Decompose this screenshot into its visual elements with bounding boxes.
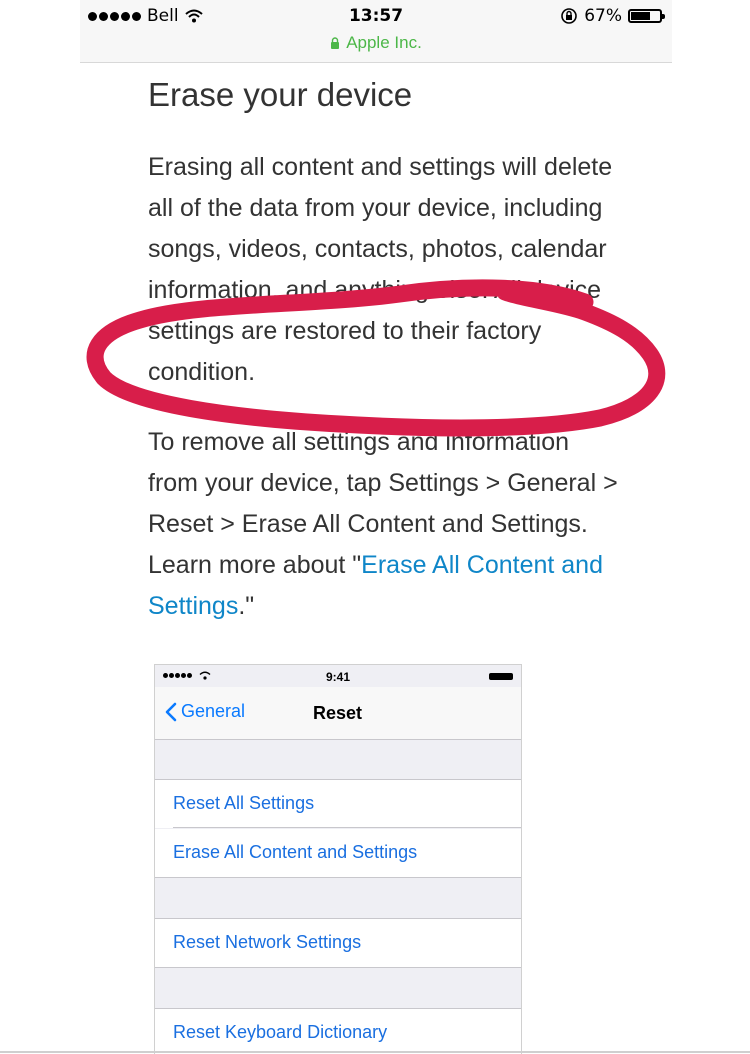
chevron-left-icon [165, 702, 177, 721]
back-label: General [181, 701, 246, 721]
battery-percent: 67% [584, 6, 622, 26]
page-bottom-border [0, 1051, 750, 1053]
page-heading: Erase your device [148, 76, 413, 113]
erase-instructions: To remove all settings and information f… [148, 422, 618, 627]
row-label: Erase All Content and Settings [173, 842, 418, 862]
padlock-icon [331, 37, 340, 49]
reset-keyboard-dictionary-row[interactable]: Reset Keyboard Dictionary [155, 1008, 521, 1054]
embedded-reset-screenshot: 9:41 General Reset Reset All Settings Er… [154, 664, 522, 1054]
battery-icon [628, 9, 665, 23]
mini-nav-bar: General Reset [155, 687, 521, 740]
erase-description: Erasing all content and settings will de… [148, 153, 613, 386]
row-divider [173, 827, 521, 828]
mini-status-bar: 9:41 [155, 665, 521, 687]
status-bar: Bell 13:57 67% Apple Inc. [80, 0, 672, 63]
mini-battery-icon [489, 673, 513, 680]
address-bar[interactable]: Apple Inc. [80, 33, 672, 53]
row-label: Reset Network Settings [173, 932, 362, 952]
mini-time: 9:41 [325, 670, 351, 684]
browser-page: Bell 13:57 67% Apple Inc. Erase your dev… [80, 0, 672, 1054]
row-label: Reset All Settings [173, 793, 315, 813]
nav-title: Reset [313, 703, 363, 723]
battery-area: 67% [560, 6, 665, 26]
reset-all-settings-row[interactable]: Reset All Settings [155, 779, 521, 828]
back-button[interactable]: General [165, 701, 245, 722]
row-label: Reset Keyboard Dictionary [173, 1022, 388, 1042]
reset-network-settings-row[interactable]: Reset Network Settings [155, 918, 521, 968]
instructions-end: ." [238, 592, 255, 620]
rotation-lock-icon [561, 8, 578, 24]
erase-all-content-row[interactable]: Erase All Content and Settings [155, 829, 521, 878]
site-url: Apple Inc. [346, 33, 422, 52]
